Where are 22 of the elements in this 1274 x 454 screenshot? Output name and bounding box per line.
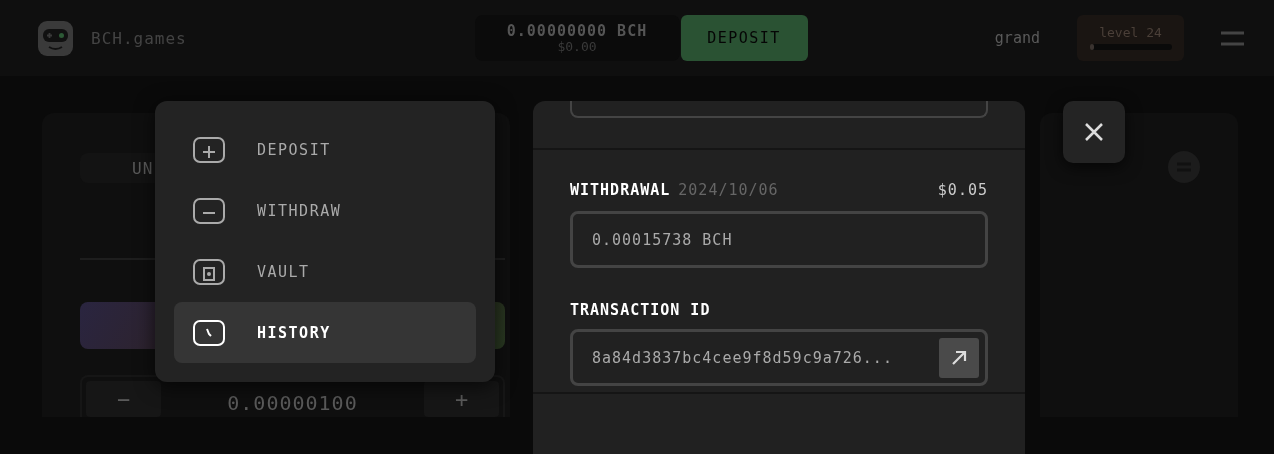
- close-icon: [1084, 122, 1104, 142]
- clock-icon: [193, 319, 225, 346]
- transaction-date: 2024/10/06: [678, 181, 779, 199]
- balance-amount: 0.00000000 BCH: [506, 22, 648, 40]
- open-link-button[interactable]: [939, 337, 979, 378]
- transaction-type: WITHDRAWAL: [570, 181, 671, 199]
- menu-item[interactable]: WITHDRAW: [174, 180, 476, 241]
- transaction-id: 8a84d3837bc4cee9f8d59c9a726...: [592, 348, 894, 367]
- transaction-id-field[interactable]: 8a84d3837bc4cee9f8d59c9a726...: [570, 329, 988, 386]
- menu-item[interactable]: VAULT: [174, 241, 476, 302]
- logo-icon: [38, 20, 73, 56]
- menu-item[interactable]: DEPOSIT: [174, 119, 476, 180]
- close-button[interactable]: [1063, 101, 1125, 163]
- plus-icon: [193, 136, 225, 163]
- field-label: TRANSACTION ID: [570, 301, 712, 319]
- vault-icon: [193, 258, 225, 285]
- menu-item[interactable]: HISTORY: [174, 302, 476, 363]
- minus-icon: [193, 197, 225, 224]
- transaction-usd-value: $0.05: [937, 181, 988, 199]
- menu-icon[interactable]: [1221, 30, 1244, 46]
- stepper-value: 0.00000100: [226, 390, 359, 415]
- amount-field[interactable]: 0.00015738 BCH: [570, 211, 988, 268]
